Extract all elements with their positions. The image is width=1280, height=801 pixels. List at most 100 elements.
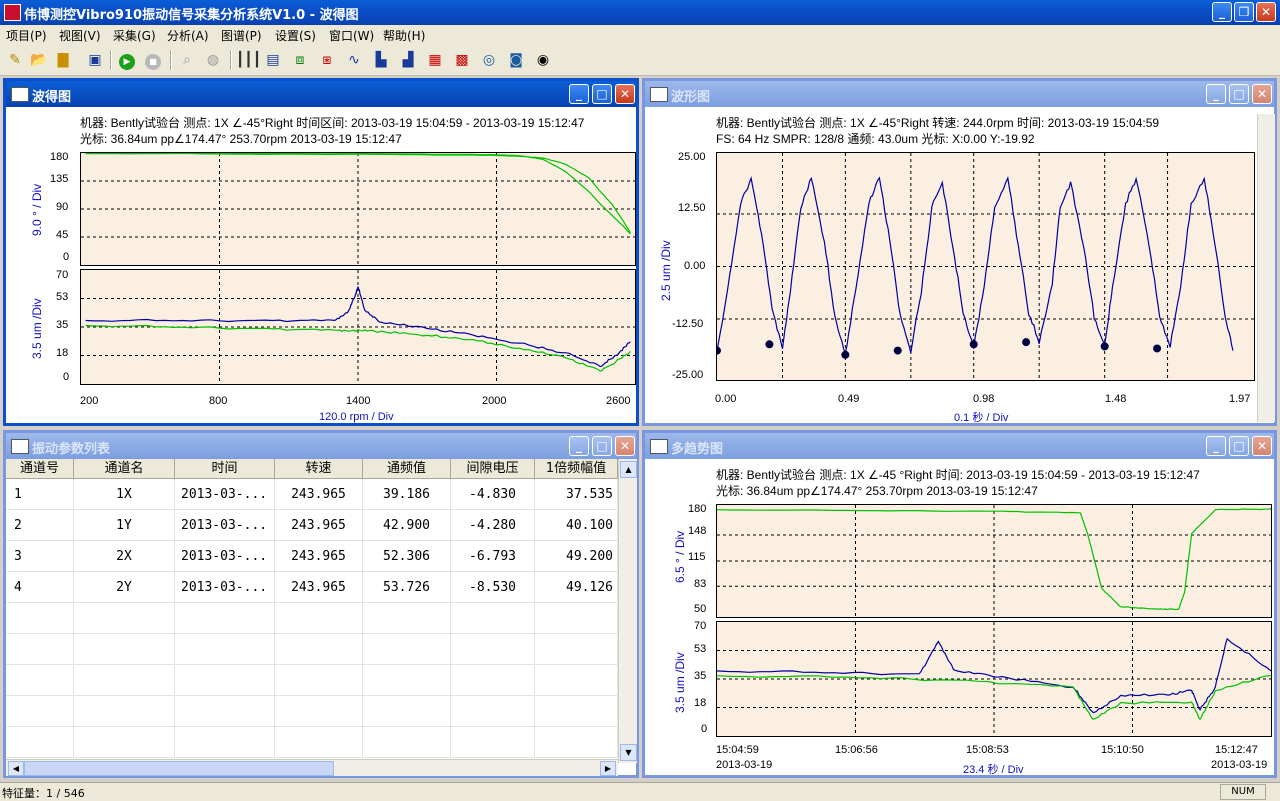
table-cell[interactable]: 2X [74,541,175,572]
hscroll-thumb[interactable] [24,761,334,776]
table-cell[interactable]: 39.186 [363,479,451,510]
minimize-button[interactable]: _ [1212,2,1232,22]
column-header[interactable]: 间隙电压 [451,459,535,479]
table-cell[interactable]: 49.126 [535,572,618,603]
empty-table-cell[interactable] [451,634,535,665]
trend-close-button[interactable]: ✕ [1252,436,1272,456]
cascade-spectrum-icon[interactable]: ▟ [397,49,419,71]
trend-amp-plot[interactable] [716,621,1272,737]
bode-close-button[interactable]: ✕ [615,84,635,104]
trend-icon[interactable]: ⧈ [289,49,311,71]
scroll-down-icon[interactable]: ▼ [620,744,637,761]
column-header[interactable]: 通道名 [74,459,175,479]
empty-table-cell[interactable] [451,696,535,727]
params-minimize-button[interactable]: _ [569,436,589,456]
empty-table-cell[interactable] [6,603,74,634]
trend-phase-plot[interactable] [716,504,1272,618]
table-cell[interactable]: 2 [6,510,74,541]
zoom-out-icon[interactable]: ◍ [202,49,224,71]
menu-analysis[interactable]: 分析(A) [167,27,209,44]
trend-minimize-button[interactable]: _ [1206,436,1226,456]
empty-table-cell[interactable] [74,603,175,634]
table-cell[interactable]: 2Y [74,572,175,603]
table-cell[interactable]: 2013-03-... [175,479,275,510]
table-cell[interactable]: 1X [74,479,175,510]
empty-table-cell[interactable] [275,727,363,758]
empty-table-cell[interactable] [363,634,451,665]
params-hscrollbar[interactable]: ◀ ▶ [6,759,618,776]
table-cell[interactable]: 2013-03-... [175,541,275,572]
restore-button[interactable]: ❐ [1234,2,1254,22]
empty-table-cell[interactable] [363,603,451,634]
bode-phase-plot[interactable] [80,152,636,266]
empty-table-cell[interactable] [451,603,535,634]
column-header[interactable]: 时间 [175,459,275,479]
waveform-maximize-button[interactable]: □ [1229,84,1249,104]
bode-minimize-button[interactable]: _ [569,84,589,104]
table-cell[interactable]: 1 [6,479,74,510]
waveform-vscrollbar[interactable] [1257,114,1275,422]
play-icon[interactable]: ▶ [116,49,138,71]
scroll-up-icon[interactable]: ▲ [620,461,637,478]
zoom-in-icon[interactable]: ⌕ [176,49,198,71]
bode-amp-plot[interactable] [80,269,636,385]
params-close-button[interactable]: ✕ [615,436,635,456]
new-icon[interactable]: ✎ [4,49,26,71]
table-cell[interactable]: 243.965 [275,541,363,572]
empty-table-cell[interactable] [6,665,74,696]
empty-table-cell[interactable] [175,634,275,665]
menu-window[interactable]: 窗口(W) [329,27,374,44]
scroll-left-icon[interactable]: ◀ [8,761,24,776]
table-cell[interactable]: 37.535 [535,479,618,510]
table-cell[interactable]: 243.965 [275,479,363,510]
table-cell[interactable]: 2013-03-... [175,510,275,541]
color-map-icon[interactable]: ▦ [424,49,446,71]
column-header[interactable]: 转速 [275,459,363,479]
waterfall-icon[interactable]: ┃┃┃ [236,49,261,71]
empty-table-cell[interactable] [275,665,363,696]
orbit-icon[interactable]: ◎ [478,49,500,71]
menu-help[interactable]: 帮助(H) [383,27,425,44]
table-cell[interactable]: 53.726 [363,572,451,603]
shaft-centerline-icon[interactable]: ◉ [532,49,554,71]
trend-maximize-button[interactable]: □ [1229,436,1249,456]
table-cell[interactable]: 40.100 [535,510,618,541]
params-vscrollbar[interactable]: ▲ ▼ [618,459,637,763]
empty-table-cell[interactable] [535,634,618,665]
table-cell[interactable]: 4 [6,572,74,603]
empty-table-cell[interactable] [74,634,175,665]
table-cell[interactable]: 243.965 [275,572,363,603]
empty-table-cell[interactable] [451,727,535,758]
color-map2-icon[interactable]: ▩ [451,49,473,71]
table-cell[interactable]: 49.200 [535,541,618,572]
waveform-minimize-button[interactable]: _ [1206,84,1226,104]
table-cell[interactable]: -8.530 [451,572,535,603]
column-header[interactable]: 通道号 [6,459,74,479]
empty-table-cell[interactable] [6,634,74,665]
table-cell[interactable]: 243.965 [275,510,363,541]
table-cell[interactable]: 3 [6,541,74,572]
empty-table-cell[interactable] [6,727,74,758]
list-icon[interactable]: ▤ [262,49,284,71]
stop-icon[interactable]: ■ [142,49,164,71]
empty-table-cell[interactable] [275,696,363,727]
column-header[interactable]: 通频值 [363,459,451,479]
menu-project[interactable]: 项目(P) [6,27,47,44]
table-cell[interactable]: 52.306 [363,541,451,572]
folder-icon[interactable]: ▇ [52,49,74,71]
table-cell[interactable]: 1Y [74,510,175,541]
empty-table-cell[interactable] [74,696,175,727]
empty-table-cell[interactable] [535,727,618,758]
scroll-right-icon[interactable]: ▶ [600,761,616,776]
empty-table-cell[interactable] [74,665,175,696]
table-cell[interactable]: 2013-03-... [175,572,275,603]
waveform-icon[interactable]: ∿ [343,49,365,71]
polar-icon[interactable]: ◙ [505,49,527,71]
menu-view[interactable]: 视图(V) [59,27,101,44]
params-maximize-button[interactable]: □ [592,436,612,456]
waveform-plot[interactable] [716,152,1255,381]
close-button[interactable]: ✕ [1256,2,1276,22]
menu-acquire[interactable]: 采集(G) [113,27,156,44]
empty-table-cell[interactable] [175,727,275,758]
table-cell[interactable]: -6.793 [451,541,535,572]
